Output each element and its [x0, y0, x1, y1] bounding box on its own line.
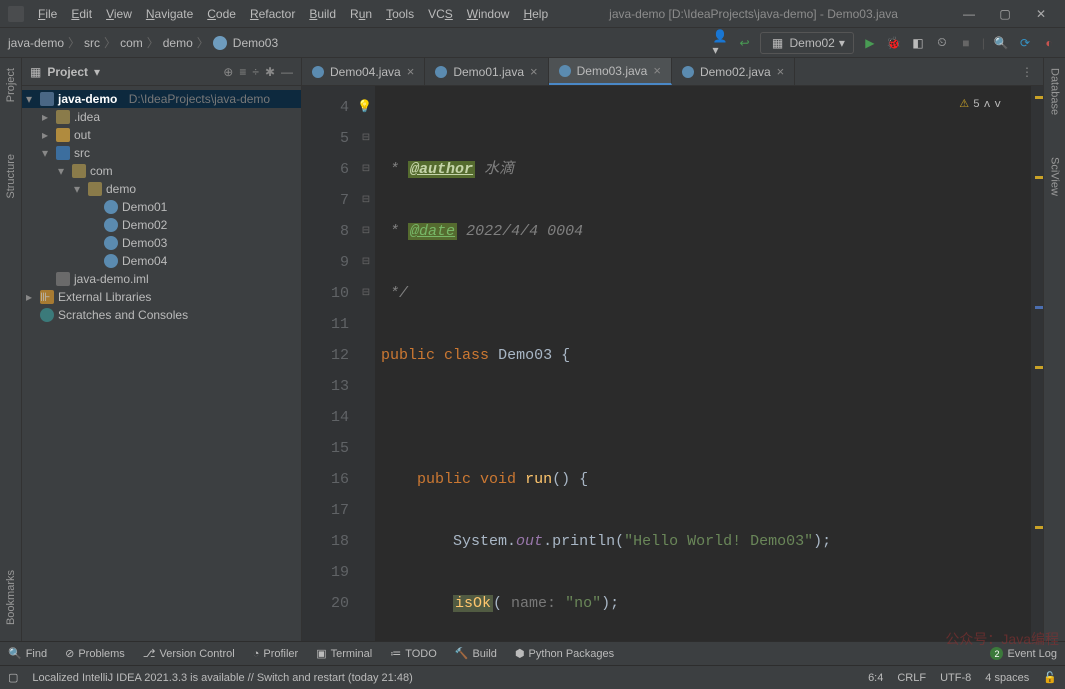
tree-file[interactable]: Demo02: [22, 216, 301, 234]
tree-file[interactable]: Demo03: [22, 234, 301, 252]
coverage-button[interactable]: ◧: [910, 35, 926, 51]
editor-tab[interactable]: Demo04.java×: [302, 58, 425, 85]
profile-button[interactable]: ⏲: [934, 35, 950, 51]
tree-folder[interactable]: ▾demo: [22, 180, 301, 198]
tree-file[interactable]: java-demo.iml: [22, 270, 301, 288]
navigation-bar: java-demo〉 src〉 com〉 demo〉 Demo03 👤▾ ↩ ▦…: [0, 28, 1065, 58]
editor-tab[interactable]: Demo03.java×: [549, 58, 672, 85]
close-button[interactable]: ✕: [1025, 4, 1057, 24]
back-icon[interactable]: ↩: [736, 35, 752, 51]
menu-edit[interactable]: Edit: [65, 4, 98, 24]
build-tool[interactable]: 🔨 Build: [455, 647, 497, 660]
event-log-button[interactable]: 2Event Log: [990, 647, 1057, 660]
run-button[interactable]: ▶: [862, 35, 878, 51]
tab-menu-icon[interactable]: ⋮: [1011, 58, 1043, 85]
editor-tab[interactable]: Demo02.java×: [672, 58, 795, 85]
tree-file[interactable]: Demo04: [22, 252, 301, 270]
lock-icon[interactable]: 🔓: [1043, 671, 1057, 684]
main-menu: File Edit View Navigate Code Refactor Bu…: [32, 4, 554, 24]
menu-view[interactable]: View: [100, 4, 138, 24]
sync-button[interactable]: ⟳: [1017, 35, 1033, 51]
tree-folder[interactable]: ▾com: [22, 162, 301, 180]
menu-vcs[interactable]: VCS: [422, 4, 459, 24]
menu-run[interactable]: Run: [344, 4, 378, 24]
minimize-button[interactable]: ―: [953, 4, 985, 24]
find-tool[interactable]: 🔍 Find: [8, 647, 47, 660]
class-icon: [213, 36, 227, 50]
stop-button[interactable]: ■: [958, 35, 974, 51]
settings-icon[interactable]: ✱: [265, 65, 275, 79]
left-tool-stripe: Project Structure Bookmarks: [0, 58, 22, 641]
maximize-button[interactable]: ▢: [989, 4, 1021, 24]
gutter-icons: 💡⊟⊟⊟⊟⊟⊟: [357, 86, 375, 641]
menu-refactor[interactable]: Refactor: [244, 4, 301, 24]
title-bar: File Edit View Navigate Code Refactor Bu…: [0, 0, 1065, 28]
external-libraries[interactable]: ▸⊪External Libraries: [22, 288, 301, 306]
menu-code[interactable]: Code: [201, 4, 242, 24]
crumb[interactable]: java-demo: [8, 36, 64, 50]
menu-window[interactable]: Window: [461, 4, 516, 24]
problems-tool[interactable]: ⊘ Problems: [65, 647, 125, 660]
run-config-selector[interactable]: ▦Demo02 ▾: [760, 32, 853, 54]
terminal-tool[interactable]: ▣ Terminal: [316, 647, 372, 660]
line-numbers: 4567891011121314151617181920: [302, 86, 357, 641]
search-button[interactable]: 🔍: [993, 35, 1009, 51]
source-code[interactable]: ⚠5 ʌ v * @author 水滴 * @date 2022/4/4 000…: [375, 86, 1031, 641]
indent[interactable]: 4 spaces: [985, 672, 1029, 684]
tree-folder[interactable]: ▾src: [22, 144, 301, 162]
scratches[interactable]: Scratches and Consoles: [22, 306, 301, 324]
line-ending[interactable]: CRLF: [897, 672, 926, 684]
vcs-tool[interactable]: ⎇ Version Control: [143, 647, 235, 660]
collapse-all-icon[interactable]: ÷: [252, 65, 259, 79]
todo-tool[interactable]: ≔ TODO: [390, 647, 437, 660]
error-stripe[interactable]: [1031, 86, 1043, 641]
menu-help[interactable]: Help: [517, 4, 554, 24]
bottom-tool-bar: 🔍 Find ⊘ Problems ⎇ Version Control ◔ Pr…: [0, 641, 1065, 665]
bookmarks-tool-button[interactable]: Bookmarks: [5, 564, 17, 631]
crumb[interactable]: demo: [163, 36, 193, 50]
python-tool[interactable]: ⬢ Python Packages: [515, 647, 614, 660]
right-tool-stripe: Database SciView: [1043, 58, 1065, 641]
window-title: java-demo [D:\IdeaProjects\java-demo] - …: [554, 7, 953, 21]
tree-file[interactable]: Demo01: [22, 198, 301, 216]
cursor-position[interactable]: 6:4: [868, 672, 883, 684]
editor-tab[interactable]: Demo01.java×: [425, 58, 548, 85]
status-bar: ▢ Localized IntelliJ IDEA 2021.3.3 is av…: [0, 665, 1065, 689]
menu-file[interactable]: File: [32, 4, 63, 24]
tree-folder[interactable]: ▸out: [22, 126, 301, 144]
tree-root[interactable]: ▾java-demo D:\IdeaProjects\java-demo: [22, 90, 301, 108]
expand-all-icon[interactable]: ≡: [239, 65, 246, 79]
hide-icon[interactable]: —: [281, 65, 293, 79]
status-message: Localized IntelliJ IDEA 2021.3.3 is avai…: [32, 672, 854, 684]
editor-tabs: Demo04.java× Demo01.java× Demo03.java× D…: [302, 58, 1043, 86]
ide-button[interactable]: ◐: [1041, 35, 1057, 51]
tree-title: Project: [47, 65, 88, 79]
crumb[interactable]: src: [84, 36, 100, 50]
inspection-badge[interactable]: ⚠5 ʌ v: [959, 90, 1001, 121]
debug-button[interactable]: 🐞: [886, 35, 902, 51]
menu-build[interactable]: Build: [303, 4, 342, 24]
user-icon[interactable]: 👤▾: [712, 35, 728, 51]
bulb-icon[interactable]: 💡: [357, 92, 375, 123]
project-tool-window: ▦Project▾ ⊕ ≡ ÷ ✱ — ▾java-demo D:\IdeaPr…: [22, 58, 302, 641]
project-tree[interactable]: ▾java-demo D:\IdeaProjects\java-demo ▸.i…: [22, 86, 301, 641]
database-tool-button[interactable]: Database: [1049, 62, 1061, 121]
encoding[interactable]: UTF-8: [940, 672, 971, 684]
structure-tool-button[interactable]: Structure: [5, 148, 17, 205]
crumb[interactable]: Demo03: [233, 36, 278, 50]
project-tool-button[interactable]: Project: [5, 62, 17, 108]
tool-window-toggle-icon[interactable]: ▢: [8, 671, 18, 684]
code-area[interactable]: 4567891011121314151617181920 💡⊟⊟⊟⊟⊟⊟ ⚠5 …: [302, 86, 1043, 641]
select-opened-icon[interactable]: ⊕: [223, 65, 233, 79]
editor: Demo04.java× Demo01.java× Demo03.java× D…: [302, 58, 1043, 641]
menu-navigate[interactable]: Navigate: [140, 4, 199, 24]
profiler-tool[interactable]: ◔ Profiler: [253, 648, 299, 660]
sciview-tool-button[interactable]: SciView: [1049, 151, 1061, 202]
app-icon: [8, 6, 24, 22]
breadcrumb: java-demo〉 src〉 com〉 demo〉 Demo03: [8, 34, 278, 51]
tree-folder[interactable]: ▸.idea: [22, 108, 301, 126]
crumb[interactable]: com: [120, 36, 143, 50]
menu-tools[interactable]: Tools: [380, 4, 420, 24]
